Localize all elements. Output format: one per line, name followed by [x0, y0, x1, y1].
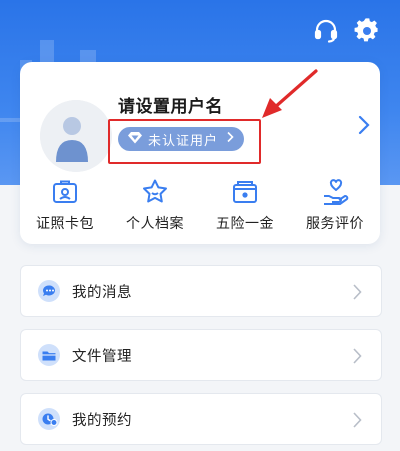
- menu-label: 我的消息: [72, 284, 132, 301]
- menu-item-messages[interactable]: 我的消息: [20, 265, 382, 317]
- shortcut-social-insurance[interactable]: 五险一金: [200, 177, 290, 237]
- shortcut-row: 证照卡包 个人档案 五险一金 服务评价: [20, 177, 380, 237]
- id-card-icon: [50, 177, 80, 207]
- wallet-icon: [230, 177, 260, 207]
- headset-icon[interactable]: [311, 16, 341, 46]
- message-icon: [37, 279, 61, 303]
- shortcut-personal-file[interactable]: 个人档案: [110, 177, 200, 237]
- folder-icon: [37, 343, 61, 367]
- profile-card: 请设置用户名 未认证用户 证照卡包 个人档案 五险一金 服务评价: [20, 62, 380, 244]
- shortcut-label: 证照卡包: [36, 216, 94, 232]
- username-prompt[interactable]: 请设置用户名: [118, 92, 223, 117]
- chevron-right-icon: [351, 346, 363, 366]
- heart-hand-icon: [320, 177, 350, 207]
- chevron-right-icon: [351, 282, 363, 302]
- menu-label: 我的预约: [72, 412, 132, 429]
- shortcut-service-rating[interactable]: 服务评价: [290, 177, 380, 237]
- highlight-box: [108, 119, 261, 164]
- chevron-right-icon[interactable]: [356, 114, 372, 136]
- shortcut-label: 服务评价: [306, 216, 364, 232]
- shortcut-id-cards[interactable]: 证照卡包: [20, 177, 110, 237]
- chevron-right-icon: [351, 410, 363, 430]
- shortcut-label: 个人档案: [126, 216, 184, 232]
- menu-item-appointments[interactable]: 我的预约: [20, 393, 382, 445]
- menu-label: 文件管理: [72, 348, 132, 365]
- menu-item-files[interactable]: 文件管理: [20, 329, 382, 381]
- star-face-icon: [140, 177, 170, 207]
- red-annotation-arrow: [262, 69, 318, 118]
- appointment-icon: [37, 407, 61, 431]
- shortcut-label: 五险一金: [216, 216, 274, 232]
- user-avatar-icon[interactable]: [40, 100, 112, 172]
- gear-icon[interactable]: [352, 16, 382, 46]
